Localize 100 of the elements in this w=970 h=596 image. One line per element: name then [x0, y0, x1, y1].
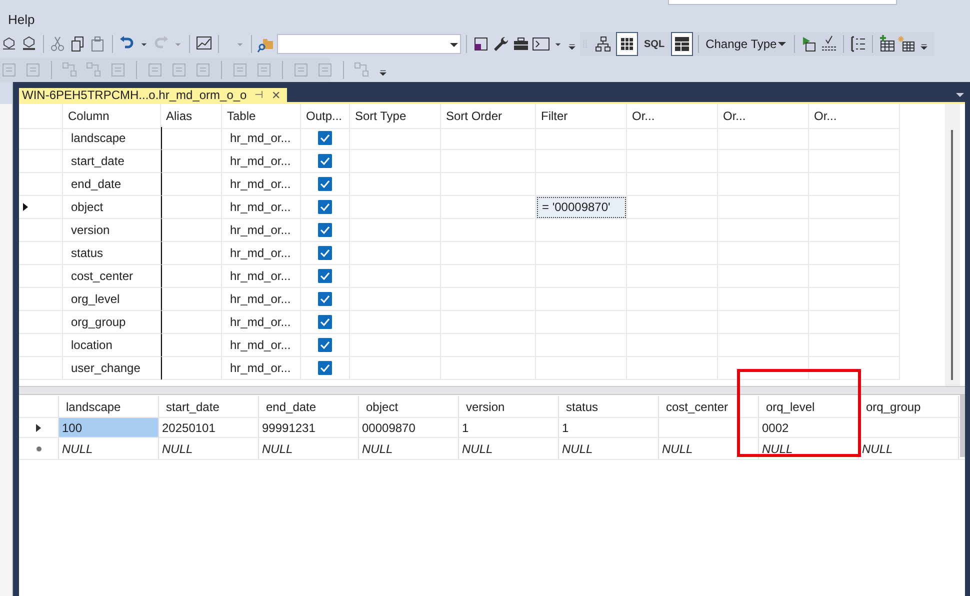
column-header[interactable]: orq_level [759, 396, 859, 418]
column-header[interactable]: orq_group [859, 396, 959, 418]
caret-icon[interactable] [955, 91, 965, 99]
checkbox[interactable] [318, 200, 332, 214]
checkbox[interactable] [318, 361, 332, 375]
checkbox[interactable] [318, 177, 332, 191]
table-cell[interactable]: NULL [559, 438, 659, 460]
scrollbar[interactable] [945, 104, 960, 386]
table-cell[interactable]: 99991231 [259, 418, 359, 438]
caret-icon [776, 39, 787, 49]
table-cell: hr_md_or... [222, 265, 301, 288]
table-cell[interactable]: 1 [459, 418, 559, 438]
table-cell: hr_md_or... [222, 242, 301, 265]
menu-item[interactable]: Help [8, 12, 35, 26]
column-header[interactable]: object [359, 396, 459, 418]
column-header[interactable]: Filter [536, 104, 627, 129]
table-cell: hr_md_or... [222, 357, 301, 380]
scrollbar[interactable] [960, 395, 965, 457]
checkbox[interactable] [318, 269, 332, 283]
table-cell[interactable]: 100 [59, 418, 159, 438]
table-cell[interactable]: NULL [759, 438, 859, 460]
results-pane-button[interactable] [670, 32, 693, 56]
table-cell: status [63, 242, 161, 265]
dropdown-field[interactable] [277, 34, 461, 54]
checkbox[interactable] [318, 338, 332, 352]
grid-icon [618, 35, 636, 53]
column-header[interactable]: Alias [161, 104, 222, 129]
column-header[interactable]: Outp... [301, 104, 350, 129]
column-header[interactable]: status [559, 396, 659, 418]
window-icon[interactable] [472, 35, 490, 53]
table-cell[interactable]: NULL [159, 438, 259, 460]
table-cell [161, 311, 222, 334]
corner-cell [19, 104, 63, 129]
table-cell: org_level [63, 288, 161, 311]
table-cell: hr_md_or... [222, 196, 301, 219]
table-cell[interactable]: NULL [859, 438, 959, 460]
table-cell: hr_md_or... [222, 173, 301, 196]
add-table-icon[interactable] [878, 35, 896, 53]
terminal-icon[interactable] [532, 35, 550, 53]
table-cell: start_date [63, 150, 161, 173]
wrench-icon[interactable] [492, 35, 510, 53]
checkbox[interactable] [318, 292, 332, 306]
table-cell [161, 150, 222, 173]
table-cell [161, 288, 222, 311]
column-header[interactable]: Column [63, 104, 161, 129]
table-cell[interactable]: NULL [259, 438, 359, 460]
column-header[interactable]: cost_center [659, 396, 759, 418]
table-cell[interactable] [659, 418, 759, 438]
table-cell [161, 196, 222, 219]
sql-pane-button[interactable]: SQL [640, 32, 669, 56]
table-cell[interactable]: NULL [459, 438, 559, 460]
column-header[interactable]: version [459, 396, 559, 418]
close-button[interactable]: ✕ [272, 88, 281, 102]
checkbox[interactable] [318, 154, 332, 168]
diagram-icon [594, 35, 612, 53]
column-header[interactable]: Or... [718, 104, 809, 129]
table-cell [161, 219, 222, 242]
table-cell: org_group [63, 311, 161, 334]
column-header[interactable]: start_date [159, 396, 259, 418]
verify-sql-icon[interactable] [820, 35, 838, 53]
toolbox-icon[interactable] [512, 35, 530, 53]
column-header[interactable]: Sort Order [441, 104, 536, 129]
table-cell: landscape [63, 127, 161, 150]
column-header[interactable]: Sort Type [350, 104, 441, 129]
table-cell[interactable]: 1 [559, 418, 659, 438]
table-cell [161, 334, 222, 357]
table-cell[interactable]: NULL [359, 438, 459, 460]
table-cell [161, 242, 222, 265]
column-header[interactable]: Or... [627, 104, 718, 129]
checkbox[interactable] [318, 223, 332, 237]
new-table-icon[interactable] [898, 35, 916, 53]
column-header[interactable]: end_date [259, 396, 359, 418]
checkbox[interactable] [318, 315, 332, 329]
table-cell: user_change [63, 357, 161, 380]
corner-cell [19, 396, 59, 418]
table-cell: object [63, 196, 161, 219]
table-cell: hr_md_or... [222, 219, 301, 242]
pin-button[interactable]: ⊣ [254, 89, 264, 101]
columns-list-icon[interactable] [848, 35, 867, 53]
results-grid-icon [672, 35, 691, 53]
table-cell: version [63, 219, 161, 242]
document-tab[interactable]: WIN-6PEH5TRPCMH...o.hr_md_orm_o_o ⊣ ✕ [19, 88, 287, 102]
table-cell[interactable]: 0002 [759, 418, 859, 438]
table-cell[interactable]: NULL [659, 438, 759, 460]
table-cell[interactable]: NULL [59, 438, 159, 460]
table-cell[interactable]: 00009870 [359, 418, 459, 438]
checkbox[interactable] [318, 131, 332, 145]
table-cell: hr_md_or... [222, 311, 301, 334]
table-cell: cost_center [63, 265, 161, 288]
column-header[interactable]: Table [222, 104, 301, 129]
table-cell[interactable]: 20250101 [159, 418, 259, 438]
table-cell: = '00009870' [536, 196, 627, 219]
table-cell [161, 173, 222, 196]
table-cell [161, 265, 222, 288]
table-cell[interactable] [859, 418, 959, 438]
change-type-button[interactable]: Change Type [704, 37, 789, 51]
checkbox[interactable] [318, 246, 332, 260]
table-cell: end_date [63, 173, 161, 196]
criteria-pane-button[interactable] [616, 32, 638, 56]
column-header[interactable]: Or... [809, 104, 900, 129]
